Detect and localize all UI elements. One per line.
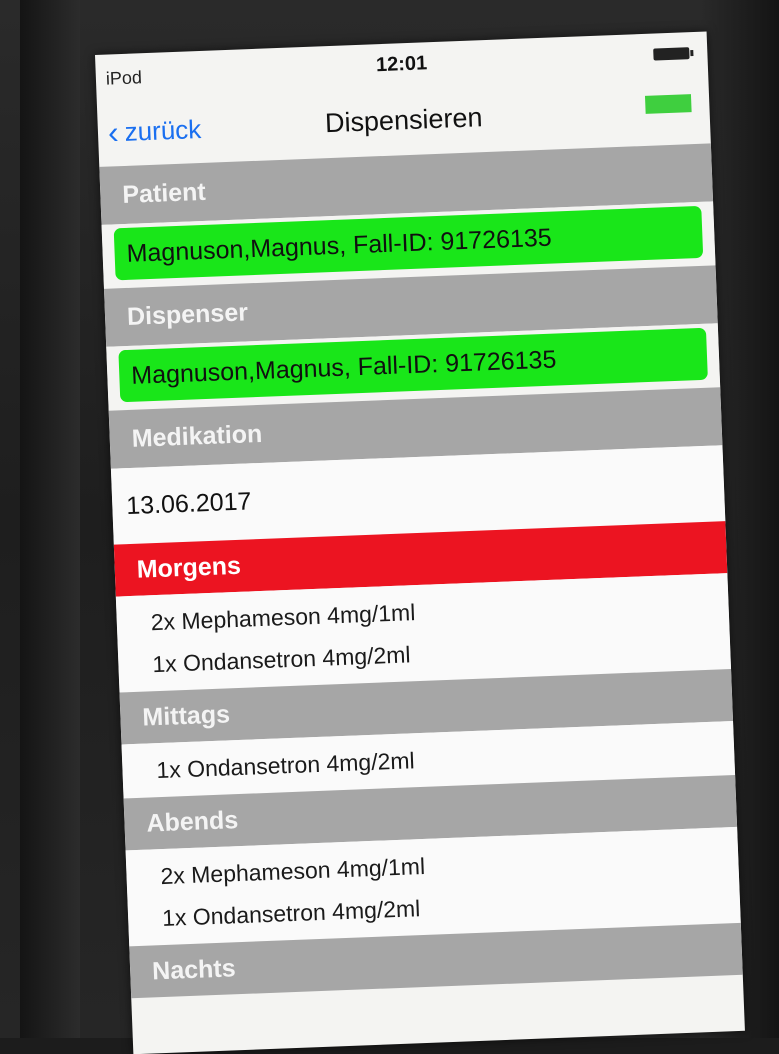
battery-indicator xyxy=(644,94,692,114)
page-title: Dispensieren xyxy=(324,102,484,139)
device-bezel-left xyxy=(20,0,80,1038)
battery-icon xyxy=(653,47,690,61)
app-screen: iPod 12:01 ‹ zurück Dispensieren Patient… xyxy=(95,31,745,1054)
